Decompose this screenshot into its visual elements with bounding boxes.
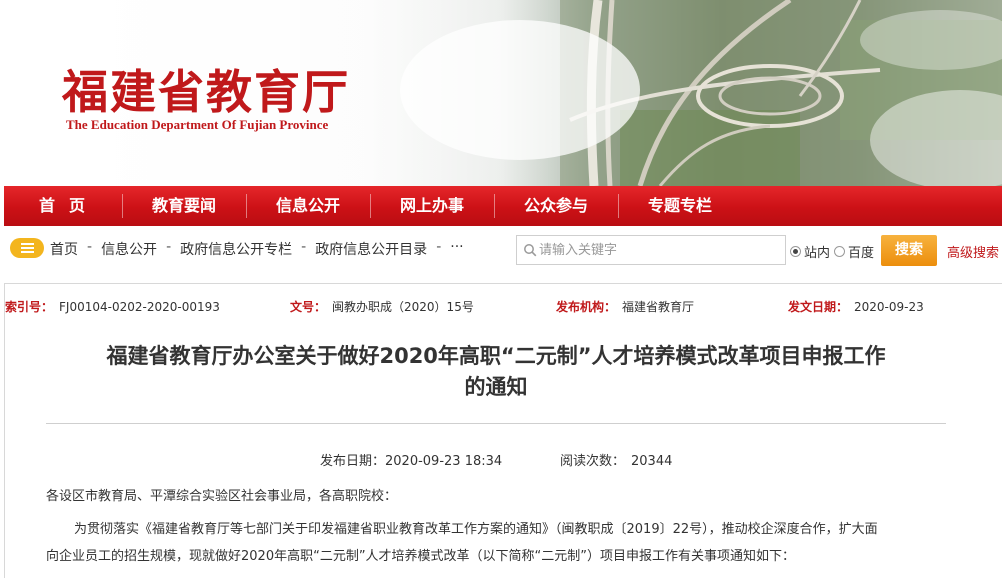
meta-publisher-value: 福建省教育厅: [622, 300, 695, 314]
meta-publisher: 发布机构： 福建省教育厅: [556, 298, 694, 315]
article-body-line: 向企业员工的招生规模，现就做好2020年高职“二元制”人才培养模式改革（以下简称…: [46, 549, 796, 564]
breadcrumb-item-gov-info-catalog[interactable]: 政府信息公开目录: [315, 239, 427, 259]
meta-date-value: 2020-09-23: [854, 300, 924, 314]
breadcrumb-separator: -: [301, 239, 307, 255]
nav-item-news[interactable]: 教育要闻: [122, 186, 246, 226]
menu-icon[interactable]: [10, 238, 44, 258]
view-count: 阅读次数： 20344: [560, 450, 672, 469]
meta-docno-label: 文号：: [290, 300, 327, 314]
site-logo-title: 福建省教育厅: [62, 65, 350, 119]
breadcrumb-separator: -: [166, 239, 172, 255]
radio-selected-icon: [790, 246, 801, 257]
title-divider: [46, 423, 946, 424]
radio-unselected-icon: [834, 246, 845, 257]
meta-docno: 文号： 闽教办职成（2020）15号: [290, 298, 474, 315]
breadcrumb-more: ···: [450, 239, 464, 255]
scope-site-radio[interactable]: 站内: [790, 242, 830, 261]
advanced-search-link[interactable]: 高级搜索: [947, 242, 999, 261]
site-banner: 福建省教育厅 The Education Department Of Fujia…: [0, 0, 1002, 186]
search-button[interactable]: 搜索: [881, 235, 937, 266]
scope-baidu-label: 百度: [848, 246, 875, 261]
article-title: 福建省教育厅办公室关于做好2020年高职“二元制”人才培养模式改革项目申报工作 …: [40, 341, 952, 403]
view-count-value: 20344: [631, 454, 673, 469]
nav-item-home[interactable]: 首页: [4, 186, 122, 226]
meta-index: 索引号： FJ00104-0202-2020-00193: [5, 298, 220, 315]
breadcrumb: 首页 - 信息公开 - 政府信息公开专栏 - 政府信息公开目录 - ···: [50, 239, 464, 259]
breadcrumb-separator: -: [87, 239, 93, 255]
breadcrumb-separator: -: [436, 239, 442, 255]
article-title-line: 福建省教育厅办公室关于做好2020年高职“二元制”人才培养模式改革项目申报工作: [106, 344, 886, 368]
meta-date-label: 发文日期：: [788, 300, 849, 314]
published-date-value: 2020-09-23 18:34: [385, 454, 503, 469]
meta-index-value: FJ00104-0202-2020-00193: [59, 300, 220, 314]
search-box: [516, 235, 786, 265]
meta-publisher-label: 发布机构：: [556, 300, 617, 314]
article-title-line: 的通知: [464, 375, 528, 399]
breadcrumb-item-gov-info-column[interactable]: 政府信息公开专栏: [180, 239, 292, 259]
meta-index-label: 索引号：: [5, 300, 54, 314]
nav-item-online-services[interactable]: 网上办事: [370, 186, 494, 226]
breadcrumb-item-info-disclosure[interactable]: 信息公开: [101, 239, 157, 259]
meta-docno-value: 闽教办职成（2020）15号: [332, 300, 474, 314]
meta-date: 发文日期： 2020-09-23: [788, 298, 924, 315]
toolbar: 首页 - 信息公开 - 政府信息公开专栏 - 政府信息公开目录 - ··· 站内…: [0, 226, 1002, 274]
article-salutation: 各设区市教育局、平潭综合实验区社会事业局，各高职院校：: [46, 489, 398, 504]
breadcrumb-item-home[interactable]: 首页: [50, 239, 78, 259]
scope-site-label: 站内: [804, 246, 831, 261]
nav-item-public-participation[interactable]: 公众参与: [494, 186, 618, 226]
published-date-label: 发布日期：: [320, 454, 386, 469]
published-date: 发布日期：2020-09-23 18:34: [320, 450, 502, 469]
article-body-line: 为贯彻落实《福建省教育厅等七部门关于印发福建省职业教育改革工作方案的通知》（闽教…: [74, 522, 878, 537]
nav-item-special-topics[interactable]: 专题专栏: [618, 186, 742, 226]
nav-item-info-disclosure[interactable]: 信息公开: [246, 186, 370, 226]
view-count-label: 阅读次数：: [560, 454, 626, 469]
main-nav: 首页 教育要闻 信息公开 网上办事 公众参与 专题专栏: [4, 186, 1002, 226]
scope-baidu-radio[interactable]: 百度: [834, 242, 874, 261]
search-icon: [524, 244, 537, 257]
search-input[interactable]: [539, 239, 779, 261]
site-logo-subtitle: The Education Department Of Fujian Provi…: [66, 117, 329, 132]
